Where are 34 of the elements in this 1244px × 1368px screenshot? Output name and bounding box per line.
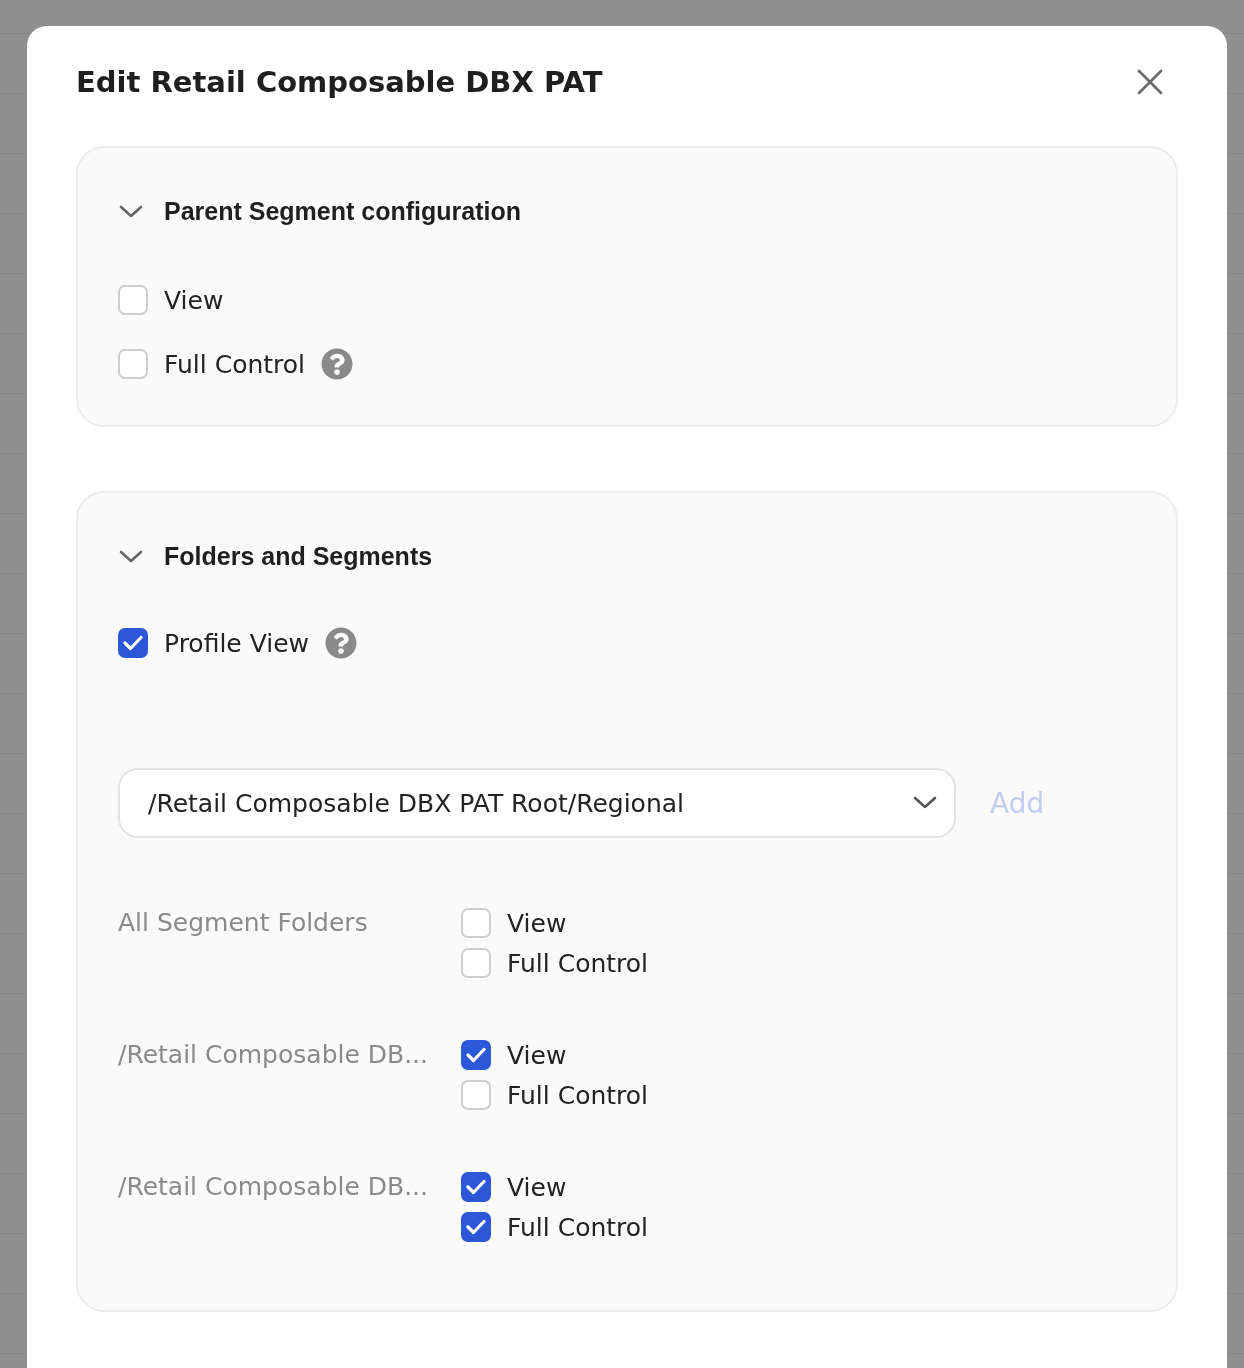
section-header[interactable]: Parent Segment configuration bbox=[112, 196, 527, 227]
checkbox[interactable] bbox=[118, 628, 148, 658]
checkbox[interactable] bbox=[118, 349, 148, 379]
checkmark-icon bbox=[123, 635, 143, 651]
option-label: Full Control bbox=[507, 1080, 649, 1110]
help-icon[interactable] bbox=[325, 627, 357, 659]
folder-name: /Retail Composable DB... bbox=[118, 1039, 429, 1071]
option-label: Full Control bbox=[164, 349, 306, 379]
option-label: View bbox=[507, 1172, 567, 1202]
dialog-title: Edit Retail Composable DBX PAT bbox=[76, 65, 603, 99]
chevron-down-icon bbox=[912, 795, 938, 811]
checkbox[interactable] bbox=[461, 908, 491, 938]
section-title: Parent Segment configuration bbox=[164, 197, 521, 226]
option-label: Full Control bbox=[507, 1212, 649, 1242]
folder-select[interactable]: /Retail Composable DBX PAT Root/Regional bbox=[118, 768, 956, 838]
checkmark-icon bbox=[466, 1219, 486, 1235]
checkbox[interactable] bbox=[461, 1172, 491, 1202]
option-label: View bbox=[164, 285, 224, 315]
checkbox[interactable] bbox=[461, 948, 491, 978]
help-icon[interactable] bbox=[321, 348, 354, 380]
option-label: View bbox=[507, 908, 567, 938]
section-title: Folders and Segments bbox=[164, 542, 433, 571]
checkbox[interactable] bbox=[461, 1212, 491, 1242]
checkmark-icon bbox=[466, 1179, 486, 1195]
option-label: View bbox=[507, 1040, 567, 1070]
folder-name: /Retail Composable DB... bbox=[118, 1171, 429, 1203]
checkmark-icon bbox=[466, 1047, 486, 1063]
folder-name: All Segment Folders bbox=[118, 907, 369, 939]
checkbox[interactable] bbox=[461, 1080, 491, 1110]
checkbox[interactable] bbox=[118, 285, 148, 315]
option-label: Full Control bbox=[507, 948, 649, 978]
section-header[interactable]: Folders and Segments bbox=[112, 541, 439, 572]
option-label: Profile View bbox=[164, 628, 309, 658]
checkbox[interactable] bbox=[461, 1040, 491, 1070]
